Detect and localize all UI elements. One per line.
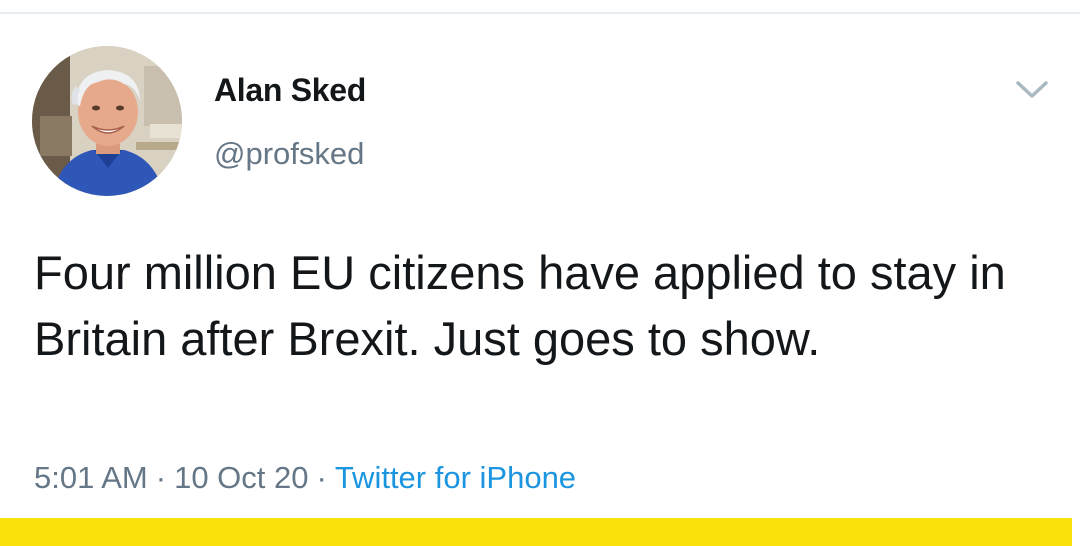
yellow-footer-bar (0, 518, 1072, 546)
tweet-source-link[interactable]: Twitter for iPhone (335, 460, 576, 495)
author-name[interactable]: Alan Sked (214, 72, 366, 109)
right-edge-strip (1072, 518, 1080, 546)
chevron-down-icon[interactable] (1014, 76, 1050, 102)
tweet-meta: 5:01 AM · 10 Oct 20 · Twitter for iPhone (34, 460, 576, 496)
author-handle[interactable]: @profsked (214, 136, 364, 172)
tweet-time[interactable]: 5:01 AM (34, 460, 148, 495)
avatar[interactable] (32, 46, 182, 196)
tweet-card[interactable]: Alan Sked @profsked Four million EU citi… (0, 14, 1080, 518)
meta-separator: · (155, 460, 167, 495)
tweet-text: Four million EU citizens have applied to… (34, 246, 1006, 365)
meta-separator: · (316, 460, 327, 495)
avatar-photo (32, 46, 182, 196)
tweet-date[interactable]: 10 Oct 20 (174, 460, 308, 495)
top-divider (0, 0, 1080, 14)
